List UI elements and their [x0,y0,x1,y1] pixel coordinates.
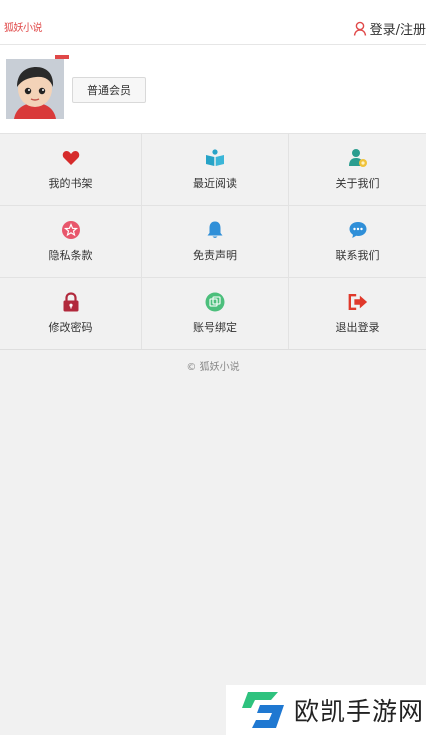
page: 狐妖小说 登录/注册 普通会员 我的书架 最近阅读 关于我们 隐私条款 免责声明… [0,0,426,735]
menu-item-label: 关于我们 [335,177,380,190]
menu-item-contact-us[interactable]: 联系我们 [289,206,426,278]
watermark-logo-icon [242,692,284,728]
bell-icon [205,220,225,240]
menu-item-label: 我的书架 [48,177,93,190]
menu-item-bookshelf[interactable]: 我的书架 [0,134,142,206]
login-register-label: 登录/注册 [369,22,426,38]
header: 狐妖小说 登录/注册 [0,0,426,45]
menu-item-label: 账号绑定 [193,321,237,334]
user-icon [353,21,366,36]
menu-item-account-binding[interactable]: 账号绑定 [142,278,289,349]
notification-dot [55,55,69,59]
app-logo[interactable]: 狐妖小说 [4,19,43,34]
menu-item-label: 最近阅读 [193,177,237,190]
menu-item-label: 免责声明 [193,249,237,262]
menu-item-label: 联系我们 [335,249,380,262]
book-icon [205,148,225,168]
copyright-text: © 狐妖小说 [186,362,240,373]
menu-item-label: 退出登录 [335,321,380,334]
menu-item-label: 修改密码 [48,321,93,334]
menu-item-recent-reading[interactable]: 最近阅读 [142,134,289,206]
profile-panel: 普通会员 [0,45,426,134]
heart-icon [61,148,81,168]
member-level-button[interactable]: 普通会员 [72,77,146,103]
menu-item-logout[interactable]: 退出登录 [289,278,426,349]
chat-icon [348,220,368,240]
logout-icon [348,292,368,312]
menu-item-label: 隐私条款 [48,249,93,262]
avatar-image [6,59,64,119]
menu-item-change-password[interactable]: 修改密码 [0,278,142,349]
lock-icon [61,292,81,312]
avatar[interactable] [6,59,64,119]
menu-grid: 我的书架 最近阅读 关于我们 隐私条款 免责声明 联系我们 修改密码 账号绑定 … [0,134,426,350]
login-register-link[interactable]: 登录/注册 [353,19,426,38]
menu-item-privacy-policy[interactable]: 隐私条款 [0,206,142,278]
watermark-text: 欧凯手游网 [294,697,425,726]
menu-item-about-us[interactable]: 关于我们 [289,134,426,206]
star-badge-icon [61,220,81,240]
menu-item-disclaimer[interactable]: 免责声明 [142,206,289,278]
user-badge-icon [348,148,368,168]
link-icon [205,292,225,312]
watermark: 欧凯手游网 [226,685,426,735]
